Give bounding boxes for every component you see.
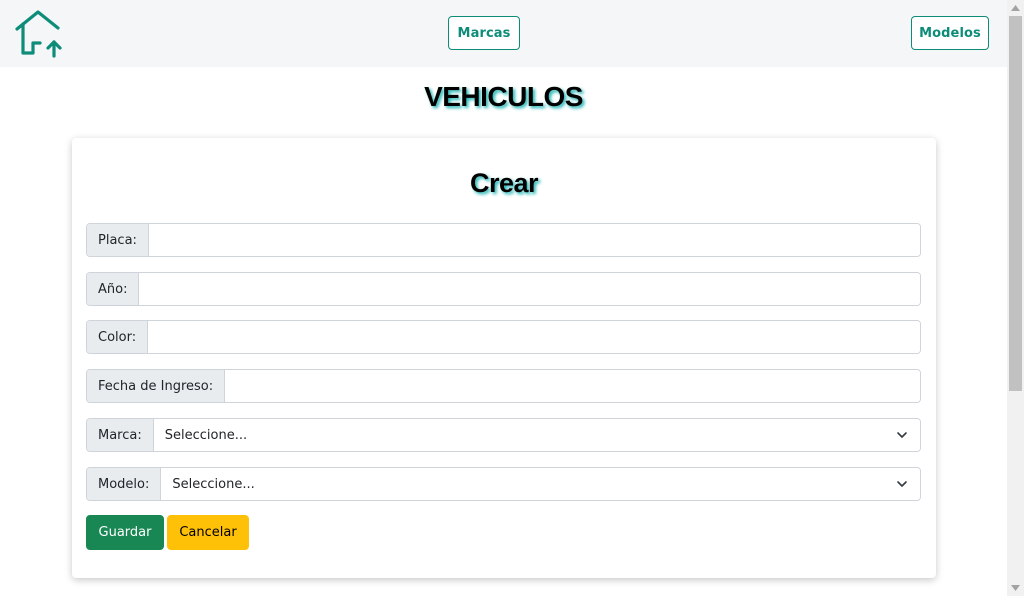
marca-group: Marca: Seleccione...: [86, 418, 921, 452]
scroll-down-arrow-icon[interactable]: [1007, 580, 1024, 596]
page: Marcas Modelos VEHICULOS Crear Placa: Añ…: [0, 0, 1024, 596]
fecha-ingreso-group: Fecha de Ingreso:: [86, 369, 921, 403]
chevron-down-icon: [897, 432, 907, 438]
chevron-down-icon: [897, 481, 907, 487]
modelo-selected-value: Seleccione...: [172, 476, 255, 492]
modelo-group: Modelo: Seleccione...: [86, 467, 921, 501]
placa-group: Placa:: [86, 223, 921, 257]
fecha-ingreso-label: Fecha de Ingreso:: [87, 370, 226, 402]
modelos-nav-button[interactable]: Modelos: [911, 16, 989, 50]
create-form-card: Crear Placa: Año: Color: Fecha de Ingres…: [72, 138, 936, 578]
marcas-nav-button[interactable]: Marcas: [448, 16, 520, 50]
save-button[interactable]: Guardar: [86, 515, 164, 550]
placa-label: Placa:: [87, 224, 149, 256]
cancel-button[interactable]: Cancelar: [167, 515, 249, 550]
page-title: VEHICULOS: [424, 81, 583, 112]
modelo-select[interactable]: Seleccione...: [161, 468, 920, 500]
marca-label: Marca:: [87, 419, 154, 451]
marca-select[interactable]: Seleccione...: [153, 419, 920, 451]
anio-group: Año:: [86, 272, 921, 306]
form-title: Crear: [469, 168, 539, 198]
color-input[interactable]: [148, 321, 920, 353]
house-up-arrow-icon: [15, 10, 62, 58]
anio-label: Año:: [87, 273, 140, 305]
modelo-label: Modelo:: [87, 468, 162, 500]
fecha-ingreso-input[interactable]: [225, 370, 920, 402]
vertical-scrollbar[interactable]: [1007, 0, 1024, 596]
navbar: Marcas Modelos: [0, 0, 1007, 67]
placa-input[interactable]: [148, 224, 920, 256]
anio-input[interactable]: [139, 273, 920, 305]
color-label: Color:: [87, 321, 149, 353]
home-link[interactable]: [12, 9, 68, 59]
marca-selected-value: Seleccione...: [164, 427, 248, 443]
scroll-up-arrow-icon[interactable]: [1007, 0, 1024, 16]
color-group: Color:: [86, 320, 921, 354]
scrollbar-thumb[interactable]: [1009, 16, 1022, 391]
